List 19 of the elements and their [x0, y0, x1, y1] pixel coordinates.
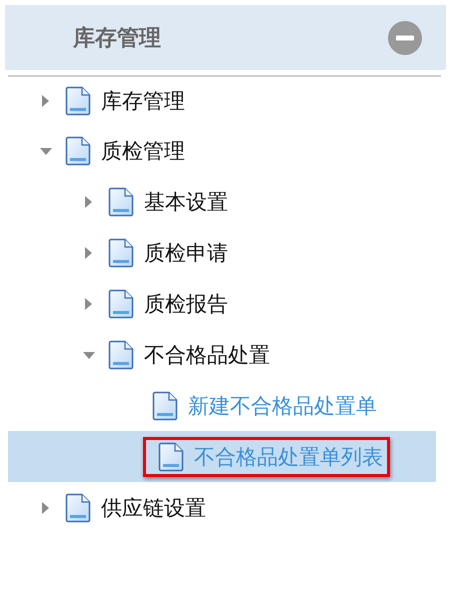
- tree-item[interactable]: 不合格品处置: [144, 340, 270, 368]
- tree-item[interactable]: 质检管理: [101, 136, 185, 164]
- minus-circle-icon[interactable]: [388, 20, 422, 54]
- panel-header[interactable]: 库存管理: [5, 5, 446, 70]
- document-icon: [108, 288, 134, 318]
- panel-title: 库存管理: [73, 24, 161, 52]
- document-icon: [65, 136, 91, 166]
- document-icon: [65, 492, 91, 522]
- tree-item[interactable]: 供应链设置: [101, 494, 206, 522]
- tree-item[interactable]: 基本设置: [144, 188, 228, 216]
- document-icon: [158, 442, 184, 472]
- document-icon: [65, 86, 91, 116]
- document-icon: [108, 186, 134, 216]
- tree-item[interactable]: 质检报告: [144, 290, 228, 318]
- tree-item[interactable]: 质检申请: [144, 238, 228, 266]
- tree-item[interactable]: 库存管理: [101, 87, 185, 115]
- document-icon: [108, 340, 134, 370]
- document-icon: [152, 390, 178, 420]
- document-icon: [108, 238, 134, 268]
